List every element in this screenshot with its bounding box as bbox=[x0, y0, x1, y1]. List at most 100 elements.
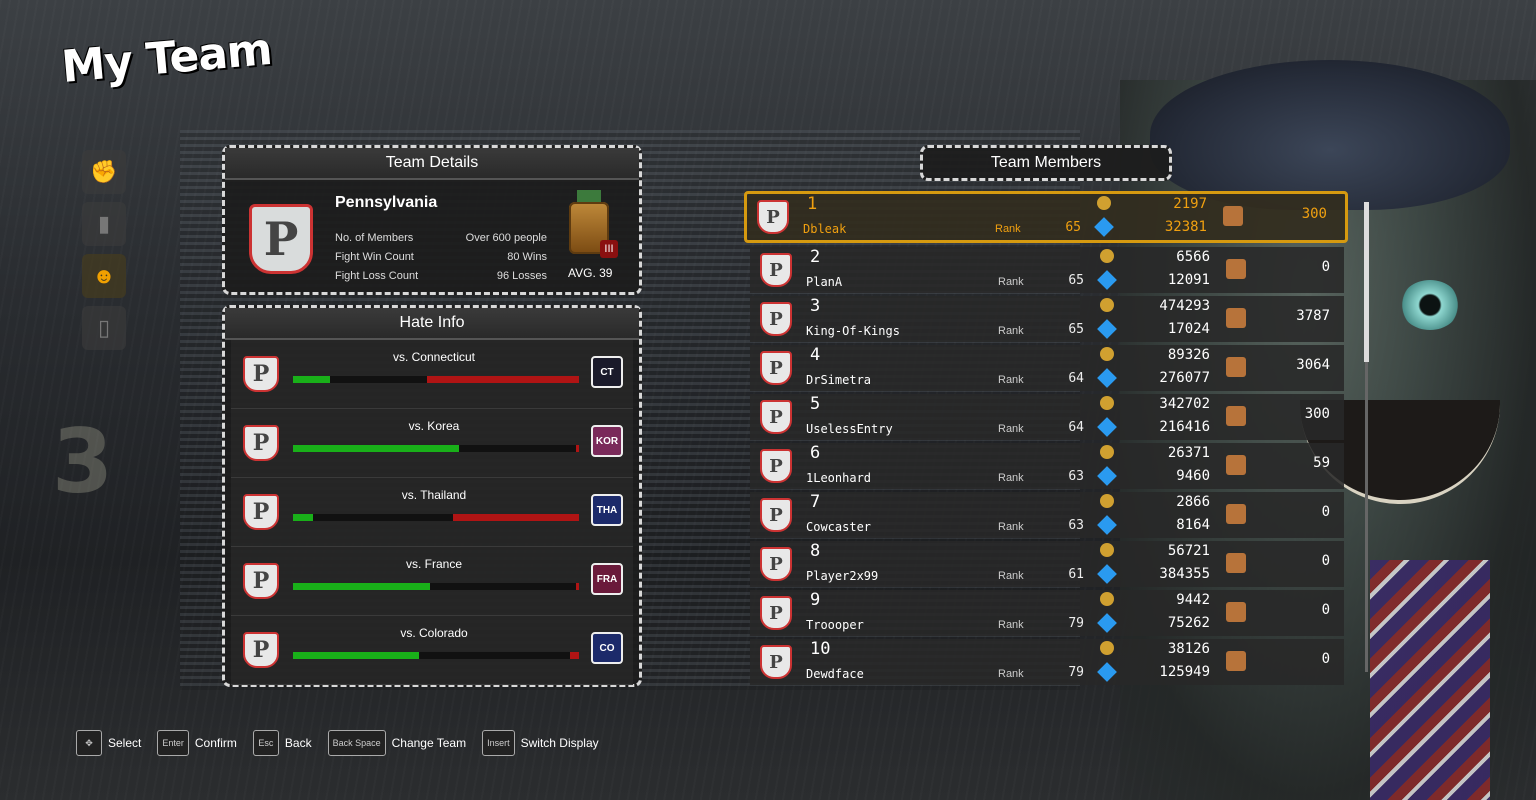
member-row[interactable]: P 5 UselessEntry Rank 64 342702 216416 300 bbox=[750, 394, 1344, 440]
side-menu-card-icon[interactable]: ▮ bbox=[82, 202, 126, 246]
opponent-logo-icon: CO bbox=[591, 632, 623, 664]
member-row[interactable]: P 7 Cowcaster Rank 63 2866 8164 0 bbox=[750, 492, 1344, 538]
member-level: 64 bbox=[1068, 371, 1084, 386]
hate-info-panel: Hate Info Pvs. Connecticut CT Pvs. Korea KO… bbox=[222, 305, 642, 687]
hate-bar bbox=[293, 445, 579, 452]
member-position: 7 bbox=[810, 492, 821, 512]
hate-row[interactable]: Pvs. Colorado CO bbox=[231, 616, 633, 685]
team-name: Pennsylvania bbox=[335, 194, 438, 211]
member-gems: 384355 bbox=[1159, 566, 1210, 582]
member-coins: 6566 bbox=[1176, 249, 1210, 265]
key-icon[interactable]: Esc bbox=[252, 730, 279, 756]
member-emblem-icon: P bbox=[760, 351, 792, 385]
side-menu: ✊ ▮ ☻ ▯ bbox=[82, 150, 128, 358]
team-emblem-icon: P bbox=[249, 204, 313, 274]
member-scrollbar[interactable] bbox=[1356, 192, 1378, 686]
hate-bar-win bbox=[293, 376, 331, 383]
control-label: Back bbox=[284, 736, 312, 750]
hate-bar bbox=[293, 652, 579, 659]
key-icon[interactable]: Insert bbox=[482, 730, 515, 756]
member-coins: 26371 bbox=[1167, 445, 1210, 461]
rank-label: Rank bbox=[998, 472, 1024, 484]
member-row[interactable]: P 8 Player2x99 Rank 61 56721 384355 0 bbox=[750, 541, 1344, 587]
hate-row[interactable]: Pvs. Korea KOR bbox=[231, 409, 633, 478]
member-position: 10 bbox=[810, 639, 831, 659]
hate-bar-win bbox=[293, 445, 459, 452]
member-row[interactable]: P 3 King-Of-Kings Rank 65 474293 17024 3787 bbox=[750, 296, 1344, 342]
key-icon[interactable]: Back Space bbox=[327, 730, 386, 756]
member-gems: 32381 bbox=[1164, 219, 1207, 235]
member-row[interactable]: P 10 Dewdface Rank 79 38126 125949 0 bbox=[750, 639, 1344, 685]
member-score: 0 bbox=[1321, 553, 1330, 569]
item-box-icon bbox=[1226, 308, 1246, 328]
opponent-logo-icon: CT bbox=[591, 356, 623, 388]
member-score: 0 bbox=[1321, 259, 1330, 275]
member-gems: 75262 bbox=[1167, 615, 1210, 631]
member-emblem-icon: P bbox=[760, 253, 792, 287]
hate-row[interactable]: Pvs. Thailand THA bbox=[231, 478, 633, 547]
hate-bar-win bbox=[293, 583, 431, 590]
member-coins: 342702 bbox=[1159, 396, 1210, 412]
member-score: 59 bbox=[1313, 455, 1330, 471]
control-hint: Insert Switch Display bbox=[482, 730, 599, 756]
key-icon[interactable]: Enter bbox=[157, 730, 189, 756]
rank-label: Rank bbox=[995, 223, 1021, 235]
hate-bar-loss bbox=[427, 376, 579, 383]
member-score: 0 bbox=[1321, 602, 1330, 618]
member-row[interactable]: P 2 PlanA Rank 65 6566 12091 0 bbox=[750, 247, 1344, 293]
own-team-emblem-icon: P bbox=[243, 563, 279, 599]
character-hat bbox=[1150, 60, 1510, 210]
member-emblem-icon: P bbox=[760, 645, 792, 679]
background-number: 3 bbox=[52, 410, 114, 513]
member-name: Cowcaster bbox=[806, 520, 872, 534]
member-level: 65 bbox=[1065, 220, 1081, 235]
member-name: 1Leonhard bbox=[806, 471, 872, 485]
key-icon[interactable]: ✥ bbox=[76, 730, 102, 756]
opponent-logo-icon: KOR bbox=[591, 425, 623, 457]
rank-label: Rank bbox=[998, 521, 1024, 533]
hate-row[interactable]: Pvs. France FRA bbox=[231, 547, 633, 616]
control-hint: Esc Back bbox=[252, 730, 312, 756]
member-score: 300 bbox=[1301, 206, 1327, 222]
hate-bar bbox=[293, 376, 579, 383]
member-gems: 125949 bbox=[1159, 664, 1210, 680]
own-team-emblem-icon: P bbox=[243, 632, 279, 668]
member-name: PlanA bbox=[806, 275, 843, 289]
hate-row[interactable]: Pvs. Connecticut CT bbox=[231, 340, 633, 409]
member-row[interactable]: P 6 1Leonhard Rank 63 26371 9460 59 bbox=[750, 443, 1344, 489]
hate-bar-loss bbox=[453, 514, 579, 521]
member-emblem-icon: P bbox=[757, 200, 789, 234]
losses-label: Fight Loss Count bbox=[335, 270, 419, 282]
side-menu-team-icon[interactable]: ☻ bbox=[82, 254, 126, 298]
side-menu-document-icon[interactable]: ▯ bbox=[82, 306, 126, 350]
losses-value: 96 Losses bbox=[496, 270, 547, 282]
rank-label: Rank bbox=[998, 570, 1024, 582]
rank-label: Rank bbox=[998, 325, 1024, 337]
member-emblem-icon: P bbox=[760, 498, 792, 532]
hate-opponent-label: vs. Colorado bbox=[400, 626, 468, 640]
member-gems: 9460 bbox=[1176, 468, 1210, 484]
scroll-thumb[interactable] bbox=[1364, 202, 1369, 362]
member-gems: 276077 bbox=[1159, 370, 1210, 386]
member-position: 8 bbox=[810, 541, 821, 561]
item-box-icon bbox=[1223, 206, 1243, 226]
member-position: 6 bbox=[810, 443, 821, 463]
character-tie bbox=[1370, 560, 1490, 800]
medal-rank-badge: III bbox=[600, 240, 618, 258]
member-position: 9 bbox=[810, 590, 821, 610]
member-level: 65 bbox=[1068, 322, 1084, 337]
member-row[interactable]: P 9 Troooper Rank 79 9442 75262 0 bbox=[750, 590, 1344, 636]
rank-label: Rank bbox=[998, 423, 1024, 435]
control-hints: ✥ Select Enter Confirm Esc Back Back Space Chan… bbox=[76, 730, 615, 756]
member-level: 79 bbox=[1068, 616, 1084, 631]
member-emblem-icon: P bbox=[760, 547, 792, 581]
member-row[interactable]: P 4 DrSimetra Rank 64 89326 276077 3064 bbox=[750, 345, 1344, 391]
member-score: 3064 bbox=[1296, 357, 1330, 373]
member-row[interactable]: P 1 Dbleak Rank 65 2197 32381 300 bbox=[744, 191, 1348, 243]
item-box-icon bbox=[1226, 651, 1246, 671]
hate-bar-loss bbox=[576, 445, 579, 452]
member-position: 5 bbox=[810, 394, 821, 414]
member-name: Dewdface bbox=[806, 667, 864, 681]
side-menu-fist-icon[interactable]: ✊ bbox=[82, 150, 126, 194]
member-position: 4 bbox=[810, 345, 821, 365]
